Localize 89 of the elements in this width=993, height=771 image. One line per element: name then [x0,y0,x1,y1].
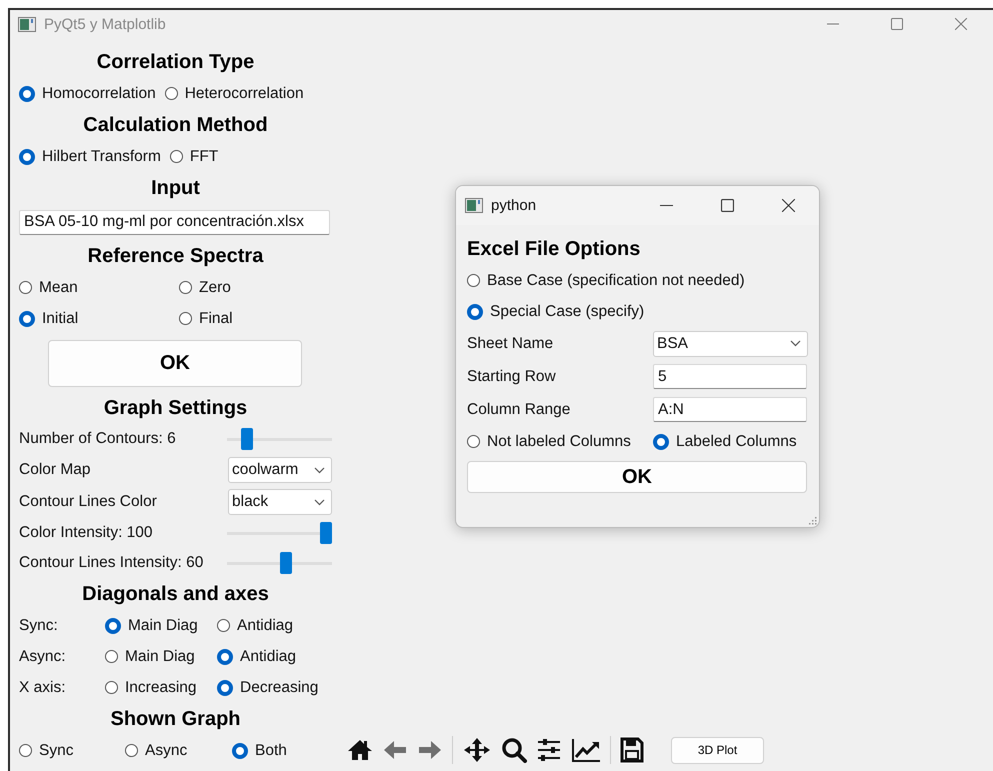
app-icon [465,198,483,213]
radio-label: Increasing [125,678,197,696]
3d-plot-button[interactable]: 3D Plot [671,736,764,764]
move-icon[interactable] [462,737,492,763]
dialog-title: python [491,197,538,214]
input-field[interactable]: BSA 05-10 mg-ml por concentración.xlsx [19,210,330,234]
field-label: Column Range [467,400,572,418]
radio-label: Mean [39,278,78,296]
slider-thumb[interactable] [320,522,332,544]
save-icon[interactable] [620,737,644,763]
home-icon[interactable] [347,737,373,763]
radio-label: Main Diag [128,616,198,634]
radio-label: Labeled Columns [676,432,797,450]
radio-button[interactable] [217,648,233,664]
radio-button[interactable] [179,312,192,325]
dropdown[interactable]: BSA [653,330,808,356]
line-chart-icon[interactable] [571,737,601,763]
dialog-heading: Excel File Options [467,237,642,262]
radio-button[interactable] [179,281,192,294]
radio-label: Antidiag [237,616,294,634]
slider-label: Contour Lines Intensity: 60 [19,554,204,572]
field-label: Async: [19,648,67,666]
close-icon[interactable] [782,199,795,212]
field-label: Sync: [19,616,59,634]
field-label: Contour Lines Color [19,493,157,511]
section-heading: Graph Settings [104,396,248,420]
radio-button[interactable] [232,742,248,758]
radio-button[interactable] [653,434,669,450]
radio-label: Special Case (specify) [490,302,644,320]
radio-button[interactable] [467,435,480,448]
ok-button[interactable]: OK [467,461,807,493]
radio-button[interactable] [105,618,121,634]
radio-label: Heterocorrelation [184,84,304,102]
resize-grip-icon[interactable] [808,516,817,525]
slider-thumb[interactable] [280,552,292,574]
section-heading: Reference Spectra [88,244,264,268]
radio-button[interactable] [125,744,138,757]
window-title: PyQt5 y Matplotlib [44,16,167,32]
radio-button[interactable] [19,148,35,164]
radio-button[interactable] [170,150,183,163]
slider-thumb[interactable] [240,428,253,450]
section-heading: Correlation Type [96,50,254,74]
radio-label: Hilbert Transform [42,148,161,166]
field-label: Starting Row [467,368,557,386]
app-icon [18,16,36,32]
maximize-icon[interactable] [721,199,734,212]
sliders-icon[interactable] [536,737,562,763]
radio-label: Antidiag [240,648,296,666]
radio-label: Not labeled Columns [487,432,631,450]
dropdown[interactable]: black [228,489,332,515]
radio-button[interactable] [105,650,118,663]
section-heading: Calculation Method [83,114,268,136]
radio-button[interactable] [164,87,178,100]
radio-label: FFT [190,148,218,166]
slider-label: Color Intensity: 100 [19,524,153,542]
slider-label: Number of Contours: 6 [19,430,176,448]
dropdown[interactable]: coolwarm [228,457,332,483]
chevron-icon[interactable] [314,498,325,506]
radio-label: Both [255,742,287,760]
input-field[interactable]: 5 [653,364,807,389]
radio-label: Homocorrelation [42,84,156,102]
radio-button[interactable] [217,680,233,696]
radio-label: Main Diag [125,648,195,666]
radio-label: Initial [42,310,78,328]
radio-button[interactable] [19,281,32,294]
radio-button[interactable] [105,681,118,694]
section-heading: Input [151,176,200,200]
radio-button[interactable] [19,744,32,757]
field-label: Color Map [19,461,90,479]
radio-button[interactable] [19,86,35,102]
radio-label: Decreasing [240,678,318,696]
radio-label: Base Case (specification not needed) [487,272,745,290]
radio-button[interactable] [19,310,35,326]
field-label: Sheet Name [467,334,554,352]
chevron-icon[interactable] [314,466,325,474]
radio-button[interactable] [217,619,230,632]
section-heading: Shown Graph [110,708,240,730]
radio-label: Sync [39,742,74,760]
ok-button[interactable]: OK [48,340,302,386]
radio-label: Zero [199,278,231,296]
field-label: X axis: [19,678,67,696]
radio-button[interactable] [467,304,483,320]
radio-label: Async [145,742,188,760]
input-field[interactable]: A:N [653,397,807,422]
magnifier-icon[interactable] [501,737,527,763]
chevron-icon[interactable] [790,340,801,347]
section-heading: Diagonals and axes [82,582,269,606]
radio-button[interactable] [467,274,480,287]
radio-label: Final [199,310,233,328]
